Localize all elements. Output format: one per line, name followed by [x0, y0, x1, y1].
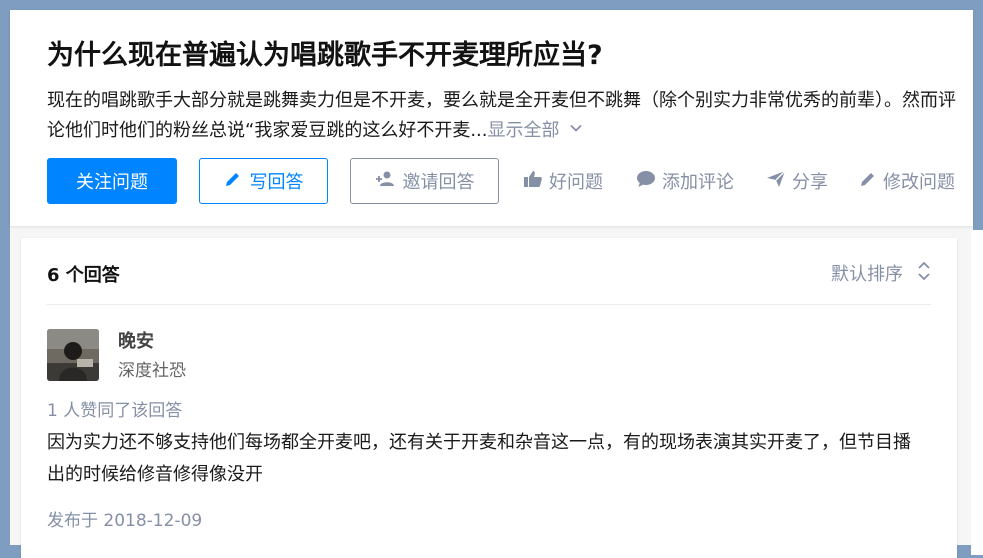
sort-label: 默认排序 [831, 264, 903, 285]
answer-count: 6 个回答 [47, 265, 120, 286]
answers-list: 6 个回答 默认排序 晚安 深度社恐 1 人赞同了该回答 因为实力还不够支持他们… [21, 238, 957, 558]
answer-content[interactable]: 因为实力还不够支持他们每场都全开麦吧，还有关于开麦和杂音这一点，有的现场表演其实… [47, 427, 917, 491]
author-name[interactable]: 晚安 [118, 327, 154, 353]
page-frame: 为什么现在普遍认为唱跳歌手不开麦理所应当? 现在的唱跳歌手大部分就是跳舞卖力但是… [10, 10, 973, 558]
write-answer-button[interactable]: 写回答 [199, 158, 328, 204]
invite-answer-label: 邀请回答 [402, 172, 475, 193]
scrollbar[interactable] [971, 230, 983, 555]
chevron-down-icon[interactable] [568, 116, 584, 146]
good-question-button[interactable]: 好问题 [523, 158, 603, 204]
answers-header: 6 个回答 默认排序 [47, 258, 931, 305]
good-question-label: 好问题 [549, 172, 603, 193]
write-answer-label: 写回答 [249, 172, 304, 193]
publish-date[interactable]: 发布于 2018-12-09 [47, 506, 202, 531]
question-header: 为什么现在普遍认为唱跳歌手不开麦理所应当? 现在的唱跳歌手大部分就是跳舞卖力但是… [10, 10, 973, 226]
pencil-icon [859, 170, 883, 193]
invite-answer-button[interactable]: 邀请回答 [350, 158, 499, 204]
question-description: 现在的唱跳歌手大部分就是跳舞卖力但是不开麦，要么就是全开麦但不跳舞（除个别实力非… [47, 86, 957, 146]
edit-question-label: 修改问题 [883, 172, 955, 193]
follow-question-button[interactable]: 关注问题 [47, 158, 177, 204]
follow-question-label: 关注问题 [76, 172, 148, 193]
thumbs-up-icon [523, 170, 549, 193]
add-comment-label: 添加评论 [662, 172, 734, 193]
share-label: 分享 [792, 172, 828, 193]
pencil-icon [224, 170, 250, 193]
show-all-link[interactable]: 显示全部 [488, 120, 560, 141]
share-button[interactable]: 分享 [766, 158, 828, 204]
comment-icon [636, 170, 662, 193]
question-title[interactable]: 为什么现在普遍认为唱跳歌手不开麦理所应当? [47, 36, 603, 76]
question-actions: 关注问题 写回答 邀请回答 好问题 添加评论 分享 修改问题 [47, 158, 973, 204]
edit-question-button[interactable]: 修改问题 [859, 158, 955, 204]
sort-arrows-icon [903, 261, 931, 286]
author-bio: 深度社恐 [118, 361, 186, 381]
avatar[interactable] [47, 329, 99, 381]
add-comment-button[interactable]: 添加评论 [636, 158, 734, 204]
paper-plane-icon [766, 170, 792, 193]
vote-count: 1 人赞同了该回答 [47, 401, 183, 421]
sort-dropdown[interactable]: 默认排序 [831, 260, 931, 286]
add-user-icon [375, 170, 403, 193]
